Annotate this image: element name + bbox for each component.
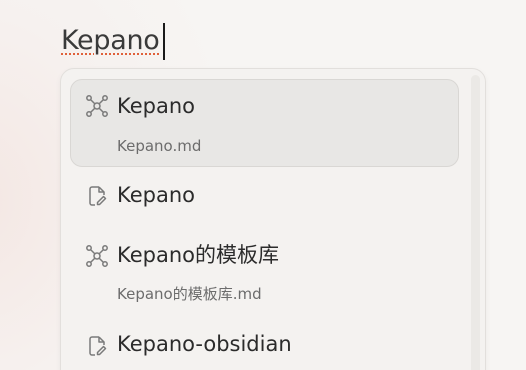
- suggestion-item[interactable]: Kepano的模板库 Kepano的模板库.md: [70, 229, 459, 309]
- suggestion-subtitle: Kepano的模板库.md: [117, 285, 262, 303]
- suggestion-title: Kepano-obsidian: [117, 332, 292, 356]
- suggestion-subtitle: Kepano.md: [117, 137, 202, 155]
- suggestion-title: Kepano: [117, 94, 196, 118]
- file-edit-icon: [89, 186, 107, 206]
- suggestion-title: Kepano的模板库: [117, 243, 280, 267]
- suggestion-title: Kepano: [117, 183, 196, 207]
- graph-network-icon: [86, 95, 108, 117]
- suggestion-dropdown: Kepano Kepano.md Kepano Kepano的模板库 Kepan…: [60, 68, 486, 370]
- suggestion-item-selected[interactable]: Kepano Kepano.md: [70, 79, 459, 167]
- suggestion-item[interactable]: Kepano-obsidian: [70, 319, 459, 369]
- graph-network-icon: [86, 245, 108, 267]
- search-input-text[interactable]: Kepano: [61, 24, 160, 58]
- suggestion-item[interactable]: Kepano: [70, 171, 459, 221]
- text-cursor: [163, 23, 165, 60]
- file-edit-icon: [89, 336, 107, 356]
- scrollbar[interactable]: [471, 75, 480, 370]
